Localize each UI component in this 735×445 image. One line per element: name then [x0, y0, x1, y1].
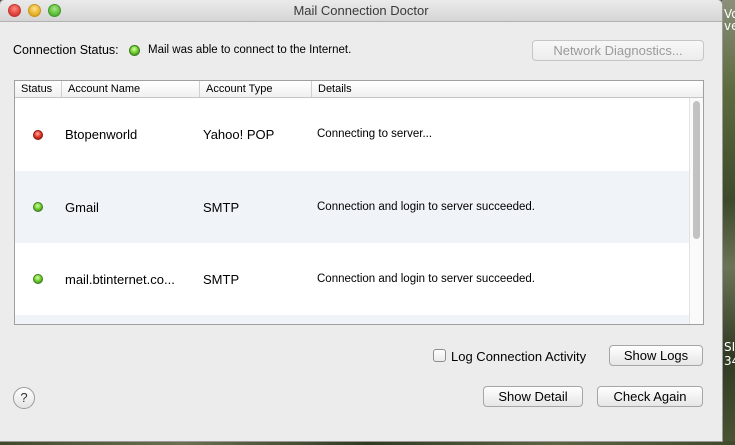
- account-name: Gmail: [65, 200, 99, 215]
- account-details: Connecting to server...: [317, 128, 433, 140]
- scrollbar-thumb[interactable]: [693, 101, 700, 239]
- table-row[interactable]: [15, 315, 689, 324]
- show-detail-button[interactable]: Show Detail: [483, 386, 583, 407]
- log-connection-activity-label[interactable]: Log Connection Activity: [451, 349, 586, 364]
- table-row[interactable]: Btopenworld Yahoo! POP Connecting to ser…: [15, 99, 689, 171]
- log-connection-activity-checkbox[interactable]: [433, 349, 446, 362]
- account-details: Connection and login to server succeeded…: [317, 201, 536, 213]
- table-header: Status Account Name Account Type Details: [15, 81, 703, 98]
- vertical-scrollbar[interactable]: [689, 98, 703, 324]
- column-header-details[interactable]: Details: [312, 81, 689, 97]
- account-type: SMTP: [203, 272, 240, 287]
- table-row[interactable]: mail.btinternet.co... SMTP Connection an…: [15, 243, 689, 315]
- column-header-account-type[interactable]: Account Type: [200, 81, 312, 97]
- connection-status-indicator-icon: [129, 45, 140, 56]
- column-header-account-name[interactable]: Account Name: [62, 81, 200, 97]
- desktop-fragment: SI: [724, 340, 735, 354]
- account-details: Connection and login to server succeeded…: [317, 273, 536, 285]
- status-ok-icon: [33, 202, 43, 212]
- mail-connection-doctor-window: Mail Connection Doctor Connection Status…: [0, 0, 722, 441]
- check-again-button[interactable]: Check Again: [597, 386, 703, 407]
- network-diagnostics-button[interactable]: Network Diagnostics...: [532, 40, 704, 61]
- status-error-icon: [33, 130, 43, 140]
- account-name: mail.btinternet.co...: [65, 272, 175, 287]
- desktop-background: [722, 0, 735, 445]
- connection-status-message: Mail was able to connect to the Internet…: [148, 44, 352, 56]
- accounts-table: Status Account Name Account Type Details…: [14, 80, 704, 325]
- connection-status-label: Connection Status:: [13, 43, 119, 57]
- status-ok-icon: [33, 274, 43, 284]
- account-name: Btopenworld: [65, 127, 138, 142]
- desktop-fragment: 34: [724, 354, 735, 368]
- account-type: Yahoo! POP: [203, 127, 275, 142]
- desktop-background-strip: [0, 441, 735, 445]
- column-header-status[interactable]: Status: [15, 81, 62, 97]
- help-icon[interactable]: ?: [13, 387, 35, 409]
- show-logs-button[interactable]: Show Logs: [609, 345, 703, 366]
- window-title: Mail Connection Doctor: [293, 3, 429, 18]
- account-type: SMTP: [203, 200, 240, 215]
- table-row[interactable]: Gmail SMTP Connection and login to serve…: [15, 171, 689, 243]
- desktop-fragment: ve: [724, 19, 735, 33]
- title-bar[interactable]: Mail Connection Doctor: [0, 0, 722, 22]
